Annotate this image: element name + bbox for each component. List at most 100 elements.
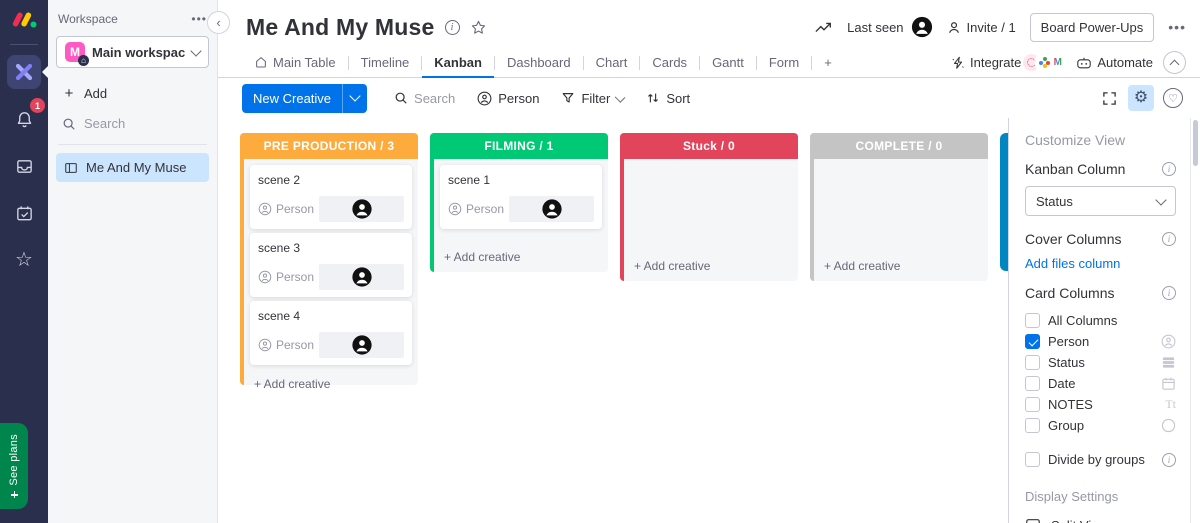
integrate-button[interactable]: Integrate: [951, 55, 1021, 70]
info-icon[interactable]: i: [1162, 286, 1176, 300]
sort-button[interactable]: Sort: [637, 85, 699, 112]
filter-button[interactable]: Filter: [552, 85, 633, 112]
add-files-column-link[interactable]: Add files column: [1025, 256, 1176, 271]
card-person-label: Person: [448, 202, 504, 216]
card-person-field[interactable]: [319, 264, 404, 290]
card-person-field[interactable]: [509, 196, 594, 222]
card-person-field[interactable]: [319, 196, 404, 222]
tab-cards[interactable]: Cards: [640, 49, 699, 78]
tab-kanban[interactable]: Kanban: [422, 49, 494, 78]
collapse-panel-button[interactable]: ‹: [207, 11, 230, 34]
board-menu-dots[interactable]: •••: [1168, 20, 1186, 34]
my-work-calendar-icon[interactable]: [7, 196, 41, 230]
tab-dashboard[interactable]: Dashboard: [495, 49, 583, 78]
card-title: scene 2: [258, 173, 404, 187]
scrollbar-thumb[interactable]: [1193, 120, 1198, 166]
new-creative-button[interactable]: New Creative: [242, 84, 367, 113]
main-content: Me And My Muse i Last seen: [218, 0, 1200, 523]
kanban-column-header[interactable]: PRE PRODUCTION / 3: [240, 133, 418, 159]
board-power-ups-button[interactable]: Board Power-Ups: [1030, 13, 1155, 42]
see-plans-button[interactable]: See plans: [0, 423, 28, 509]
kanban-board: PRE PRODUCTION / 3scene 2Personscene 3Pe…: [218, 118, 1008, 523]
work-management-product-icon[interactable]: [7, 55, 41, 89]
checkbox-checked[interactable]: [1025, 334, 1040, 349]
add-creative-button[interactable]: + Add creative: [630, 251, 792, 273]
checkbox-unchecked[interactable]: [1025, 376, 1040, 391]
checkbox-label: Person: [1048, 334, 1153, 349]
card-column-checkbox-group[interactable]: Group: [1025, 415, 1176, 436]
info-icon[interactable]: i: [1162, 162, 1176, 176]
person-column-type-icon: [1161, 334, 1176, 349]
notifications-bell-icon[interactable]: 1: [7, 102, 41, 136]
overflow-kanban-column[interactable]: [1000, 133, 1008, 271]
checkbox[interactable]: [1025, 452, 1040, 467]
add-creative-button[interactable]: + Add creative: [250, 369, 412, 391]
view-settings-gear-button[interactable]: ⚙: [1128, 85, 1154, 111]
add-item-button[interactable]: + Add: [56, 78, 209, 109]
activity-icon[interactable]: [815, 21, 833, 34]
tab-timeline[interactable]: Timeline: [349, 49, 422, 78]
favorite-board-star-icon[interactable]: [470, 19, 487, 36]
search-button[interactable]: Search: [385, 85, 464, 112]
kanban-column: Stuck / 0 + Add creative: [620, 133, 798, 281]
card-person-field[interactable]: [319, 332, 404, 358]
card-columns-checkboxes: All Columns Person Status DateNOTESTtGroup: [1025, 310, 1176, 436]
checkbox-unchecked[interactable]: [1025, 397, 1040, 412]
card-column-checkbox-date[interactable]: Date: [1025, 373, 1176, 394]
checkbox-label: Status: [1048, 355, 1153, 370]
filter-label: Filter: [581, 91, 610, 106]
feedback-button[interactable]: ♡: [1160, 85, 1186, 111]
search-placeholder: Search: [414, 91, 455, 106]
tab-label: Timeline: [361, 55, 410, 70]
checkbox-label: All Columns: [1048, 313, 1176, 328]
automate-button[interactable]: Automate: [1076, 55, 1153, 70]
chevron-down-icon: [349, 90, 360, 101]
tab-form[interactable]: Form: [757, 49, 811, 78]
checkbox-unchecked[interactable]: [1025, 355, 1040, 370]
card-column-checkbox-notes[interactable]: NOTESTt: [1025, 394, 1176, 415]
monday-logo[interactable]: [11, 9, 37, 36]
card-column-checkbox-all-columns[interactable]: All Columns: [1025, 310, 1176, 331]
new-creative-dropdown[interactable]: [342, 84, 367, 113]
kanban-card[interactable]: scene 3Person: [250, 233, 412, 297]
favorites-star-icon[interactable]: ☆: [7, 243, 41, 277]
last-seen-button[interactable]: Last seen: [847, 16, 932, 38]
info-icon[interactable]: i: [1162, 232, 1176, 246]
tab-chart[interactable]: Chart: [584, 49, 640, 78]
kanban-column-header[interactable]: COMPLETE / 0: [810, 133, 988, 159]
kanban-card[interactable]: scene 1Person: [440, 165, 602, 229]
display-settings-label: Display Settings: [1025, 489, 1176, 504]
add-creative-button[interactable]: + Add creative: [440, 242, 602, 264]
tab-main-table[interactable]: Main Table: [242, 49, 348, 78]
vertical-scrollbar[interactable]: [1190, 118, 1200, 523]
split-view-button[interactable]: Split View: [1025, 517, 1176, 523]
checkbox-unchecked[interactable]: [1025, 418, 1040, 433]
fullscreen-button[interactable]: [1096, 85, 1122, 111]
info-icon[interactable]: i: [1162, 453, 1176, 467]
kanban-column-header[interactable]: FILMING / 1: [430, 133, 608, 159]
tab-gantt[interactable]: Gantt: [700, 49, 756, 78]
card-column-checkbox-person[interactable]: Person: [1025, 331, 1176, 352]
kanban-column-select[interactable]: Status: [1025, 186, 1176, 216]
search-icon: [394, 91, 408, 105]
board-list-item-selected[interactable]: Me And My Muse: [56, 153, 209, 182]
person-filter-button[interactable]: Person: [468, 85, 548, 112]
panel-search-button[interactable]: Search: [56, 109, 209, 138]
collapse-header-button[interactable]: [1163, 51, 1186, 74]
workspace-menu-dots[interactable]: •••: [191, 13, 207, 25]
workspace-selector[interactable]: M ⌂ Main workspace: [56, 36, 209, 68]
board-info-icon[interactable]: i: [445, 20, 460, 35]
kanban-column-header[interactable]: Stuck / 0: [620, 133, 798, 159]
add-creative-button[interactable]: + Add creative: [820, 251, 982, 273]
card-column-checkbox-status[interactable]: Status: [1025, 352, 1176, 373]
kanban-column: COMPLETE / 0 + Add creative: [810, 133, 988, 281]
kanban-card[interactable]: scene 4Person: [250, 301, 412, 365]
checkbox-unchecked[interactable]: [1025, 313, 1040, 328]
inbox-icon[interactable]: [7, 149, 41, 183]
kanban-column-body: + Add creative: [810, 159, 988, 281]
rail-divider: [10, 44, 38, 45]
kanban-card[interactable]: scene 2Person: [250, 165, 412, 229]
tab-add-view[interactable]: +: [812, 49, 844, 78]
invite-button[interactable]: Invite / 1: [947, 20, 1016, 35]
divide-by-groups-checkbox[interactable]: Divide by groups i: [1025, 449, 1176, 470]
